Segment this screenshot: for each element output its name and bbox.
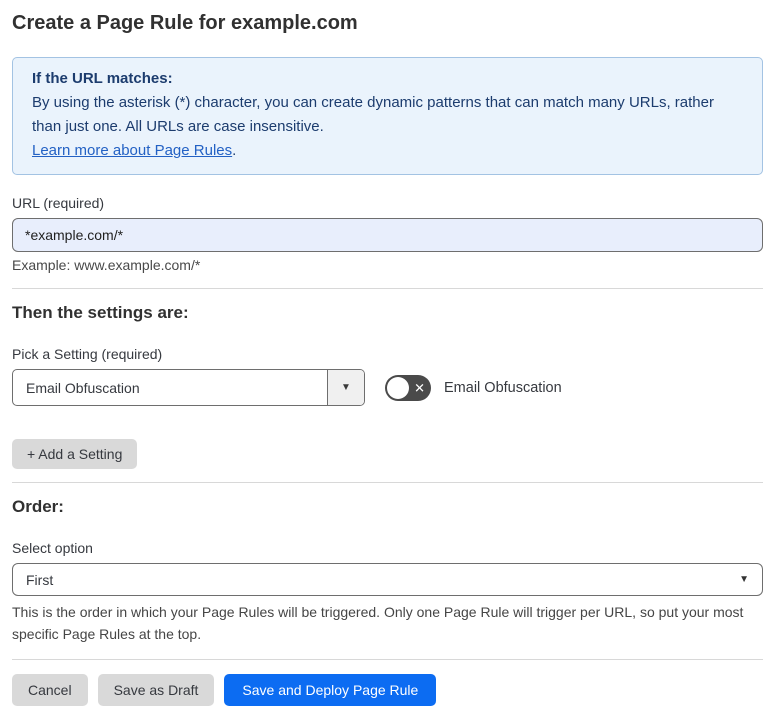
learn-more-link[interactable]: Learn more about Page Rules — [32, 142, 232, 159]
save-deploy-button[interactable]: Save and Deploy Page Rule — [224, 674, 437, 706]
info-box-heading: If the URL matches: — [32, 70, 173, 87]
section-divider — [12, 288, 763, 289]
order-select[interactable]: First ▼ — [12, 563, 763, 596]
cancel-button[interactable]: Cancel — [12, 674, 88, 706]
pick-setting-label: Pick a Setting (required) — [12, 346, 163, 362]
add-setting-button[interactable]: + Add a Setting — [12, 439, 138, 469]
toggle-label: Email Obfuscation — [444, 379, 562, 396]
footer-actions: Cancel Save as Draft Save and Deploy Pag… — [12, 674, 763, 706]
order-description: This is the order in which your Page Rul… — [12, 604, 744, 642]
order-section-heading: Order: — [12, 497, 64, 516]
toggle-off-x-icon: ✕ — [414, 380, 425, 395]
chevron-down-icon[interactable]: ▼ — [327, 370, 364, 405]
settings-section-heading: Then the settings are: — [12, 303, 189, 322]
email-obfuscation-toggle[interactable]: ✕ — [385, 374, 431, 401]
info-box-body: By using the asterisk (*) character, you… — [32, 94, 714, 135]
url-field-label: URL (required) — [12, 195, 105, 211]
create-page-rule-form: Create a Page Rule for example.com If th… — [0, 0, 775, 722]
section-divider — [12, 659, 763, 660]
order-select-label: Select option — [12, 540, 93, 556]
order-select-value: First — [26, 571, 54, 588]
url-example-hint: Example: www.example.com/* — [12, 257, 201, 273]
chevron-down-icon: ▼ — [739, 574, 749, 585]
url-input[interactable] — [12, 218, 763, 252]
url-match-info-box: If the URL matches: By using the asteris… — [12, 57, 763, 175]
info-box-link-row: Learn more about Page Rules. — [32, 139, 743, 163]
toggle-knob — [387, 376, 409, 399]
save-draft-button[interactable]: Save as Draft — [97, 674, 215, 706]
section-divider — [12, 482, 763, 483]
setting-row: Email Obfuscation ▼ ✕ Email Obfuscation — [12, 369, 763, 406]
page-title: Create a Page Rule for example.com — [12, 12, 358, 34]
setting-select[interactable]: Email Obfuscation ▼ — [12, 369, 365, 406]
setting-select-value: Email Obfuscation — [26, 379, 140, 396]
link-period: . — [232, 142, 237, 159]
